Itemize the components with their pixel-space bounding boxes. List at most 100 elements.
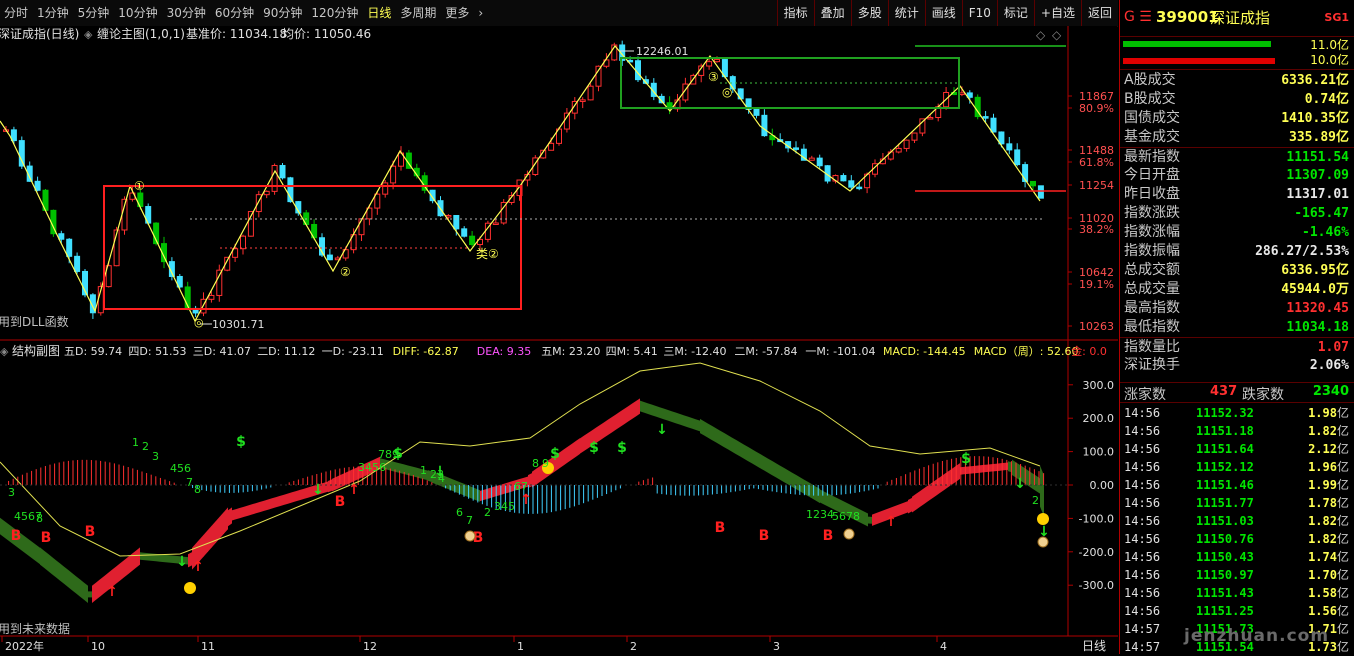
dollar-signal-icon: $ xyxy=(236,434,246,450)
pivot-mark-class2: 类② xyxy=(476,247,499,261)
tool-button-4[interactable]: 画线 xyxy=(924,0,962,26)
count-digit: 2 xyxy=(484,506,491,519)
ribbon-segment xyxy=(684,415,688,428)
buy-strength-bar xyxy=(1123,41,1271,47)
stat-label: 总成交量 xyxy=(1124,281,1180,297)
ribbon-segment xyxy=(952,465,956,485)
tool-button-6[interactable]: 标记 xyxy=(996,0,1034,26)
tab-timeframe-7[interactable]: 120分钟 xyxy=(311,0,358,26)
tick-row: 14:56 11150.76 1.82亿 xyxy=(1120,530,1354,548)
count-digit: 456 xyxy=(170,462,191,475)
ribbon-segment xyxy=(664,408,668,421)
tab-timeframe-3[interactable]: 10分钟 xyxy=(118,0,157,26)
count-digit: 345 xyxy=(494,500,515,513)
tick-time: 14:56 xyxy=(1124,514,1161,528)
candle xyxy=(74,255,81,272)
stat-value: 11307.09 xyxy=(1286,168,1349,183)
candle xyxy=(579,99,586,102)
tool-button-3[interactable]: 统计 xyxy=(887,0,925,26)
ribbon-segment xyxy=(168,555,172,563)
ribbon-segment xyxy=(4,520,8,541)
stat-value: 335.89亿 xyxy=(1289,130,1349,145)
date-label: 1 xyxy=(517,640,524,653)
stat-label: 最低指数 xyxy=(1124,319,1180,335)
tick-unit: 亿 xyxy=(1336,478,1349,492)
tool-button-2[interactable]: 多股 xyxy=(850,0,888,26)
stat-value: 1410.35亿 xyxy=(1281,111,1349,126)
ribbon-segment xyxy=(876,511,880,525)
tick-unit: 亿 xyxy=(1336,640,1349,654)
sub-axis-label: 100.0 xyxy=(1083,446,1115,459)
chevron-right-icon[interactable]: › xyxy=(478,0,483,26)
sub-indicator-value: MACD: -144.45 xyxy=(883,345,966,358)
sub-indicator-value: 二D: 11.12 xyxy=(257,345,315,358)
ribbon-segment xyxy=(932,479,936,499)
tab-timeframe-9[interactable]: 多周期 xyxy=(400,0,436,26)
ribbon-segment xyxy=(604,419,608,438)
tick-time: 14:56 xyxy=(1124,532,1161,546)
stat-label: 国债成交 xyxy=(1124,110,1180,126)
menu-icon[interactable]: G ☰ xyxy=(1124,9,1152,25)
ribbon-segment xyxy=(280,494,284,507)
ribbon-segment xyxy=(572,440,576,460)
tick-unit: 亿 xyxy=(1336,496,1349,510)
date-label: 4 xyxy=(940,640,947,653)
tool-button-7[interactable]: +自选 xyxy=(1033,0,1081,26)
chart-area[interactable]: 深证成指(日线) ◈ 缠论主图(1,0,1) 基准价: 11034.18均价: 110… xyxy=(0,26,1118,654)
ribbon-segment xyxy=(660,407,664,420)
tab-timeframe-10[interactable]: 更多 xyxy=(445,0,469,26)
sub-indicator-value: 金: 0.0 xyxy=(1071,344,1107,358)
tick-time: 14:56 xyxy=(1124,406,1161,420)
high-price-label: 12246.01 xyxy=(636,45,689,58)
stat-row: 指数量比 1.07 xyxy=(1120,337,1354,357)
ribbon-segment xyxy=(284,493,288,505)
tick-volume: 1.56亿 xyxy=(1308,602,1349,620)
up-arrow-icon: ↑ xyxy=(192,559,204,575)
ribbon-segment xyxy=(744,444,748,462)
price-axis-label: 61.8% xyxy=(1079,156,1114,169)
tool-button-0[interactable]: 指标 xyxy=(776,0,814,26)
tick-volume: 1.99亿 xyxy=(1308,476,1349,494)
sub-indicator-value: 四D: 51.53 xyxy=(128,345,186,358)
tool-button-5[interactable]: F10 xyxy=(961,0,997,26)
sub-indicator-value: 一D: -23.11 xyxy=(322,345,384,358)
count-digit: 8 xyxy=(194,483,201,496)
tab-timeframe-8[interactable]: 日线 xyxy=(367,0,391,26)
ribbon-segment xyxy=(224,507,228,534)
tick-volume: 1.74亿 xyxy=(1308,548,1349,566)
count-digit: 4 xyxy=(438,472,445,485)
dollar-signal-icon: $ xyxy=(961,451,971,467)
up-arrow-icon: ↑ xyxy=(106,584,118,600)
tab-timeframe-1[interactable]: 1分钟 xyxy=(37,0,69,26)
tool-button-8[interactable]: 返回 xyxy=(1080,0,1118,26)
ribbon-segment xyxy=(492,486,496,498)
tick-row: 14:56 11151.43 1.58亿 xyxy=(1120,584,1354,602)
ribbon-segment xyxy=(680,414,684,426)
tab-timeframe-6[interactable]: 90分钟 xyxy=(263,0,302,26)
ribbon-segment xyxy=(972,465,976,474)
stat-label: A股成交 xyxy=(1124,72,1176,88)
tool-button-1[interactable]: 叠加 xyxy=(813,0,851,26)
ribbon-segment xyxy=(924,485,928,505)
ribbon-segment xyxy=(668,410,672,422)
stat-row: 最高指数 11320.45 xyxy=(1120,299,1354,318)
candle xyxy=(895,147,902,153)
count-digit: 8 xyxy=(532,457,539,470)
tab-timeframe-2[interactable]: 5分钟 xyxy=(78,0,110,26)
tab-timeframe-4[interactable]: 30分钟 xyxy=(167,0,206,26)
sub-axis-label: -100.0 xyxy=(1079,512,1114,525)
candle xyxy=(358,218,365,236)
tab-timeframe-5[interactable]: 60分钟 xyxy=(215,0,254,26)
stat-row: A股成交 6336.21亿 xyxy=(1120,71,1354,90)
ribbon-segment xyxy=(628,403,632,422)
diamond-icon: ◇ xyxy=(1036,28,1046,42)
down-arrow-icon: ↓ xyxy=(176,554,188,570)
stat-label: 指数振幅 xyxy=(1124,243,1180,259)
candle xyxy=(66,238,73,257)
tick-volume-value: 1.74 xyxy=(1308,550,1337,564)
ribbon-segment xyxy=(692,418,696,430)
pivot-mark-icon: ◎ xyxy=(194,316,204,329)
pivot-mark-2: ② xyxy=(340,265,351,279)
money-bag-icon xyxy=(843,528,855,540)
tab-timeframe-0[interactable]: 分时 xyxy=(4,0,28,26)
